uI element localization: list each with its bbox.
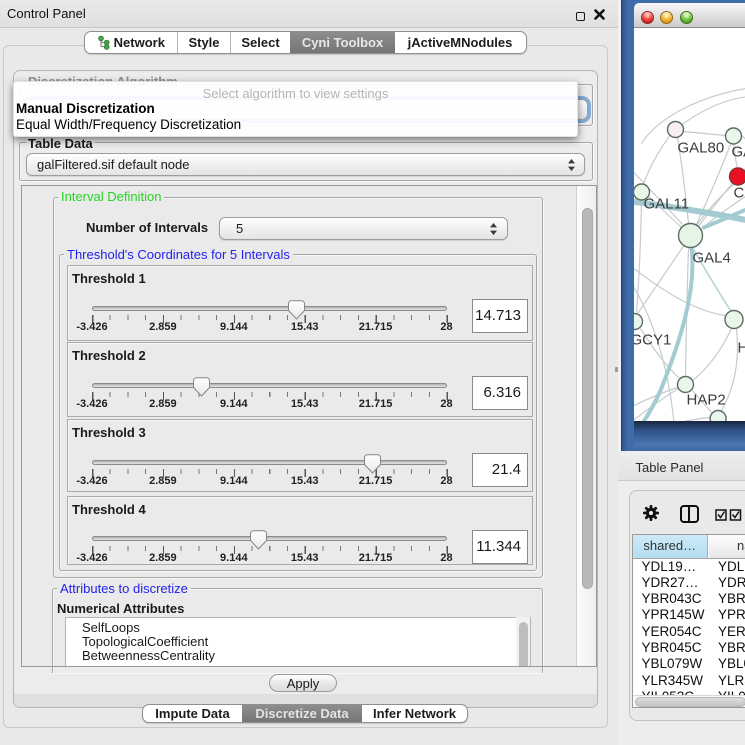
svg-text:GAL80: GAL80 <box>677 139 724 156</box>
svg-text:GCY1: GCY1 <box>634 331 671 348</box>
svg-text:GAL11: GAL11 <box>643 195 689 212</box>
svg-text:GAL7: GAL7 <box>731 143 745 160</box>
svg-text:GAL4: GAL4 <box>692 249 730 266</box>
svg-text:HA: HA <box>737 339 745 356</box>
svg-text:CY: CY <box>733 184 745 201</box>
svg-text:HAP2: HAP2 <box>686 391 725 408</box>
